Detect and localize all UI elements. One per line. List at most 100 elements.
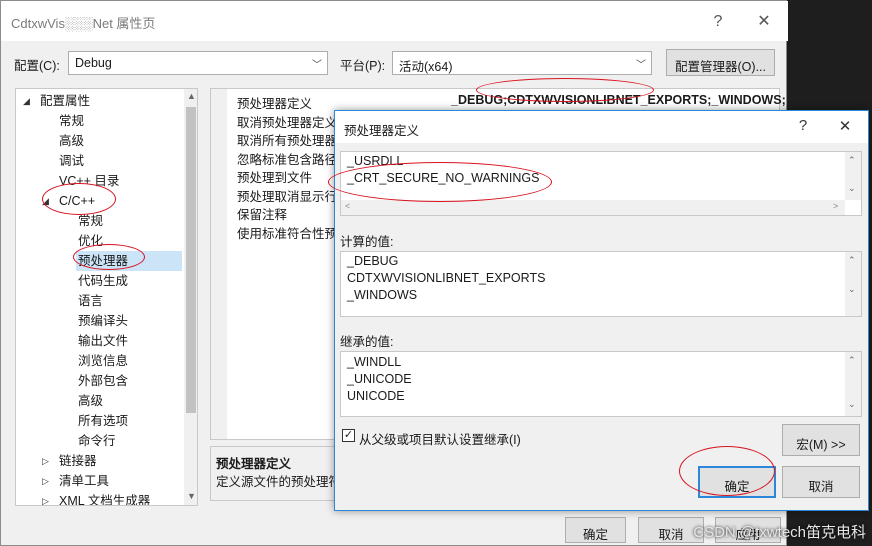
scroll-down-icon[interactable]: ⌄ (848, 183, 856, 194)
tree-item-label: 调试 (59, 154, 85, 168)
platform-dropdown[interactable]: 活动(x64) ﹀ (392, 51, 652, 75)
scroll-left-icon[interactable]: < (345, 201, 350, 211)
computed-vscrollbar[interactable]: ⌃ ⌄ (845, 252, 861, 316)
dialog-close-button[interactable]: ✕ (835, 117, 855, 135)
macro-button[interactable]: 宏(M) >> (782, 424, 860, 456)
config-manager-label: 配置管理器(O)... (675, 60, 766, 74)
collapsed-arrow-icon[interactable]: ▷ (42, 471, 49, 491)
definition-line: _WINDOWS (347, 288, 418, 302)
definition-line: UNICODE (347, 389, 405, 403)
tree-item-label: 常规 (59, 114, 85, 128)
dialog-title: 预处理器定义 (344, 124, 420, 138)
tree-item[interactable]: 命令行 (76, 431, 180, 451)
collapsed-arrow-icon[interactable]: ▷ (42, 491, 49, 505)
tree-item-label: 链接器 (59, 454, 97, 468)
description-text: 定义源文件的预处理符 (216, 475, 336, 489)
inherited-label: 继承的值: (340, 335, 394, 349)
help-button[interactable]: ? (703, 9, 733, 35)
tree-item-label: 高级 (78, 394, 104, 408)
editor-vscrollbar[interactable]: ⌃ ⌄ (845, 152, 861, 200)
annotation-ellipse (679, 446, 775, 496)
scroll-up-icon[interactable]: ⌃ (848, 255, 856, 266)
close-button[interactable]: ✕ (749, 9, 779, 35)
config-dropdown[interactable]: Debug ﹀ (68, 51, 328, 75)
tree-item[interactable]: 预编译头 (76, 311, 180, 331)
chevron-down-icon: ﹀ (636, 60, 646, 71)
dialog-cancel-button[interactable]: 取消 (782, 466, 860, 498)
tree-item-label: 输出文件 (78, 334, 129, 348)
grid-gutter (211, 89, 227, 439)
main-ok-button[interactable]: 确定 (565, 517, 626, 543)
scroll-up-icon[interactable]: ▲ (187, 91, 196, 101)
inherit-checkbox[interactable]: ✓ (342, 429, 355, 442)
property-name[interactable]: 使用标准符合性预处 (237, 223, 350, 242)
tree-item[interactable]: ▷ XML 文档生成器 (42, 491, 180, 506)
scroll-up-icon[interactable]: ⌃ (848, 355, 856, 366)
inherit-checkbox-label[interactable]: 从父级或项目默认设置继承(I) (359, 429, 521, 448)
tree-item[interactable]: 输出文件 (76, 331, 180, 351)
tree-item-label: 高级 (59, 134, 85, 148)
scroll-thumb[interactable] (186, 107, 196, 413)
property-name[interactable]: 预处理到文件 (237, 167, 312, 186)
config-manager-button[interactable]: 配置管理器(O)... (666, 49, 775, 76)
collapsed-arrow-icon[interactable]: ▷ (42, 451, 49, 471)
tree-item[interactable]: 外部包含 (76, 371, 180, 391)
annotation-ellipse (328, 162, 552, 202)
definition-line: _DEBUG (347, 254, 399, 268)
check-icon: ✓ (343, 429, 354, 441)
chevron-down-icon: ﹀ (312, 60, 322, 71)
scroll-down-icon[interactable]: ⌄ (848, 399, 856, 410)
tree-item[interactable]: 高级 (57, 131, 180, 151)
tree-item[interactable]: 代码生成 (76, 271, 180, 291)
tree-item[interactable]: ▷ 链接器 (42, 451, 180, 471)
tree-item-label: 代码生成 (78, 274, 129, 288)
property-tree: ◢ 配置属性 常规 高级 调试 VC++ 目录 ◢ C/C++ 常规 优化 预处理器 代码生成 语言 预编… (15, 88, 198, 506)
dialog-cancel-label: 取消 (808, 480, 834, 494)
property-name[interactable]: 取消所有预处理器定 (237, 130, 350, 149)
definition-line: _UNICODE (347, 372, 412, 386)
property-name[interactable]: 预处理器定义 (237, 93, 312, 112)
inherited-vscrollbar[interactable]: ⌃ ⌄ (845, 352, 861, 416)
tree-item[interactable]: 语言 (76, 291, 180, 311)
tree-item[interactable]: 常规 (57, 111, 180, 131)
description-pane: 预处理器定义 定义源文件的预处理符 (210, 446, 336, 501)
tree-item[interactable]: ▷ 清单工具 (42, 471, 180, 491)
tree-item-label: 清单工具 (59, 474, 110, 488)
tree-item[interactable]: ◢ 配置属性 (23, 91, 180, 111)
tree-item[interactable]: 浏览信息 (76, 351, 180, 371)
platform-label: 平台(P): (340, 59, 386, 73)
expanded-arrow-icon[interactable]: ◢ (23, 91, 30, 111)
macro-button-label: 宏(M) >> (796, 438, 846, 452)
watermark: CSDN @txwtech笛克电科 (693, 524, 866, 541)
property-name[interactable]: 预处理取消显示行 (237, 186, 337, 205)
property-name[interactable]: 保留注释 (237, 204, 287, 223)
scroll-down-icon[interactable]: ▼ (187, 491, 196, 501)
tree-item-label: XML 文档生成器 (59, 494, 151, 506)
tree-item[interactable]: 所有选项 (76, 411, 180, 431)
tree-scrollbar[interactable]: ▲ ▼ (184, 89, 197, 505)
scroll-up-icon[interactable]: ⌃ (848, 155, 856, 166)
editor-hscrollbar[interactable]: < > (341, 200, 845, 215)
annotation-ellipse (476, 78, 654, 102)
config-value: Debug (75, 56, 112, 70)
tree-item-label: 常规 (78, 214, 104, 228)
dialog-help-button[interactable]: ? (793, 117, 813, 134)
computed-label: 计算的值: (340, 235, 394, 249)
scroll-right-icon[interactable]: > (833, 201, 838, 211)
tree-item[interactable]: 高级 (76, 391, 180, 411)
tree-item-label: 语言 (78, 294, 104, 308)
definition-line: CDTXWVISIONLIBNET_EXPORTS (347, 271, 546, 285)
window-title: CdtxwVis░░░Net 属性页 (11, 16, 156, 31)
description-title: 预处理器定义 (216, 457, 292, 471)
property-name[interactable]: 忽略标准包含路径 (237, 149, 337, 168)
tree-item-label: 配置属性 (40, 94, 91, 108)
property-name[interactable]: 取消预处理器定义 (237, 112, 337, 131)
platform-value: 活动(x64) (399, 60, 453, 74)
tree-item[interactable]: 调试 (57, 151, 180, 171)
tree-item-label: 浏览信息 (78, 354, 129, 368)
scroll-down-icon[interactable]: ⌄ (848, 284, 856, 295)
tree-item-label: 预编译头 (78, 314, 129, 328)
main-cancel-label: 取消 (658, 528, 684, 542)
definition-line: _WINDLL (347, 355, 402, 369)
main-ok-label: 确定 (582, 528, 608, 542)
